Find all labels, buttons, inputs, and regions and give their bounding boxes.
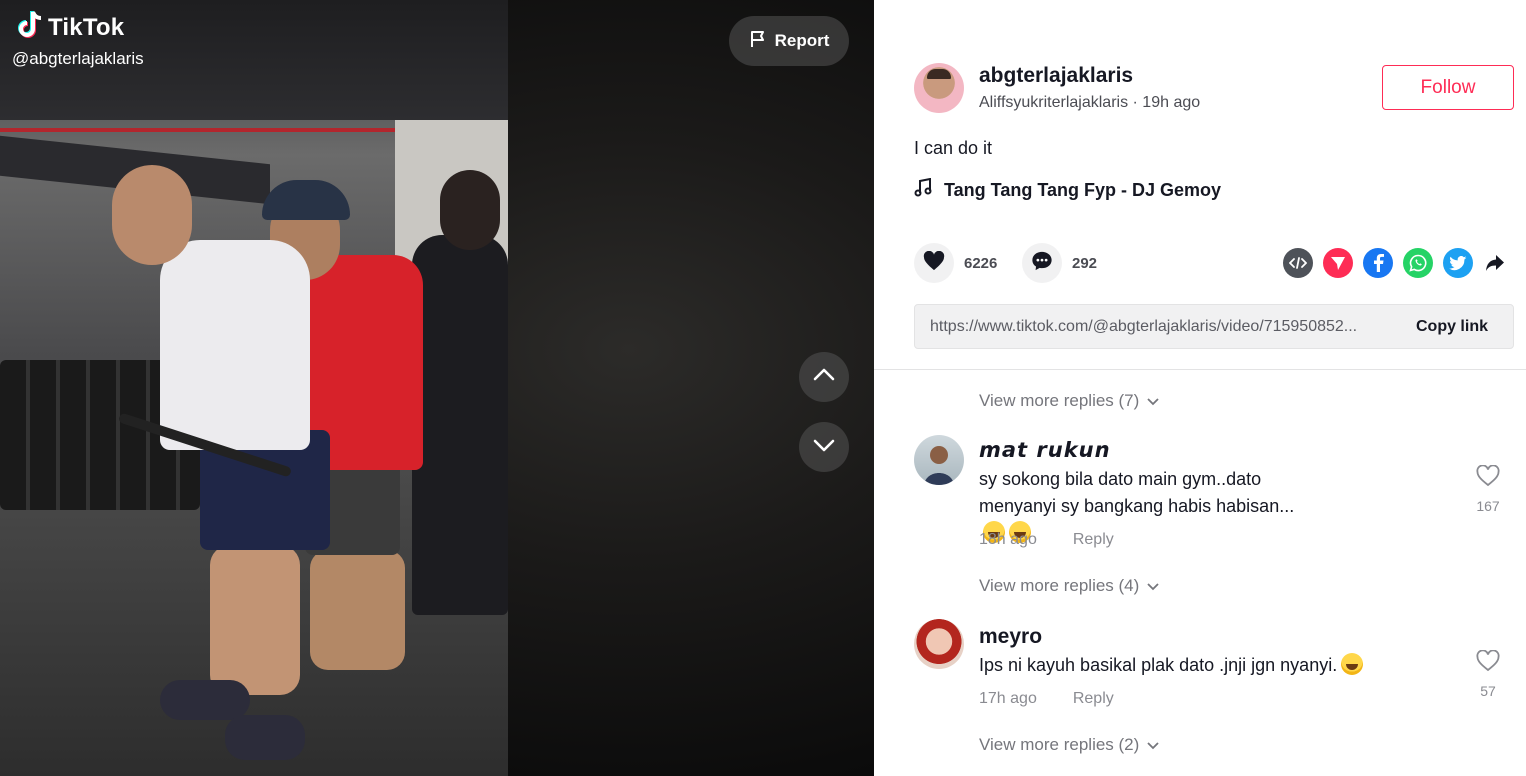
comment-like[interactable]: 57 xyxy=(1471,649,1505,699)
tiktok-note-icon xyxy=(16,10,44,45)
author-avatar[interactable] xyxy=(914,63,964,113)
heart-outline-icon xyxy=(1476,649,1500,677)
heart-outline-icon xyxy=(1476,464,1500,492)
comment-meta: 18h ago Reply xyxy=(979,531,1114,549)
like-action[interactable]: 6226 xyxy=(914,243,997,283)
commenter-avatar[interactable] xyxy=(914,435,964,485)
tiktok-logo: TikTok xyxy=(16,10,124,45)
comment-like-count: 167 xyxy=(1476,498,1500,514)
comment-like[interactable]: 167 xyxy=(1471,464,1505,514)
man-right-shoe xyxy=(225,715,305,760)
embed-icon[interactable] xyxy=(1283,248,1313,278)
follow-button[interactable]: Follow xyxy=(1382,65,1514,110)
comment-bubble-icon xyxy=(1031,250,1053,277)
music-link[interactable]: Tang Tang Tang Fyp - DJ Gemoy xyxy=(914,177,1222,203)
tiktok-wordmark: TikTok xyxy=(48,13,125,41)
previous-video-button[interactable] xyxy=(799,352,849,402)
comment-text: Ips ni kayuh basikal plak dato .jnji jgn… xyxy=(979,652,1439,679)
view-more-replies-button[interactable]: View more replies (7) xyxy=(979,391,1159,411)
like-button[interactable] xyxy=(914,243,954,283)
send-to-friends-icon[interactable] xyxy=(1323,248,1353,278)
view-more-replies-label: View more replies (2) xyxy=(979,735,1140,754)
commenter-name[interactable]: meyro xyxy=(979,625,1042,649)
chevron-down-icon xyxy=(812,433,836,462)
background-person xyxy=(412,235,508,615)
report-button[interactable]: Report xyxy=(729,16,849,66)
watermark-handle: @abgterlajaklaris xyxy=(12,49,144,68)
video-description: I can do it xyxy=(914,138,993,158)
post-info: abgterlajaklaris Aliffsyukriterlajaklari… xyxy=(874,0,1526,370)
comment-count: 292 xyxy=(1072,254,1098,272)
comment-time: 18h ago xyxy=(979,531,1037,548)
background-person-head xyxy=(440,170,500,250)
details-panel: abgterlajaklaris Aliffsyukriterlajaklari… xyxy=(874,0,1526,776)
dot-separator: · xyxy=(1128,94,1143,111)
comment-meta: 17h ago Reply xyxy=(979,690,1114,708)
facebook-icon[interactable] xyxy=(1363,248,1393,278)
more-share-icon[interactable] xyxy=(1483,248,1507,278)
trainer-legs xyxy=(310,550,405,670)
comment-time: 17h ago xyxy=(979,690,1037,707)
tiktok-video-page: TikTok @abgterlajaklaris Report abgterla… xyxy=(0,0,1526,776)
comment-body: sy sokong bila dato main gym..dato menya… xyxy=(979,469,1295,516)
comment-like-count: 57 xyxy=(1480,683,1496,699)
commenter-avatar[interactable] xyxy=(914,619,964,669)
view-more-replies-label: View more replies (7) xyxy=(979,391,1140,410)
chevron-down-icon xyxy=(1147,576,1159,596)
author-nickname: Aliffsyukriterlajaklaris xyxy=(979,94,1129,111)
author-subline: Aliffsyukriterlajaklaris · 19h ago xyxy=(979,94,1200,112)
chevron-up-icon xyxy=(812,363,836,392)
comment-body: Ips ni kayuh basikal plak dato .jnji jgn… xyxy=(979,655,1338,675)
chevron-down-icon xyxy=(1147,735,1159,755)
chevron-down-icon xyxy=(1147,391,1159,411)
heart-icon xyxy=(923,250,945,276)
man-white-shirt xyxy=(160,240,310,450)
reply-button[interactable]: Reply xyxy=(1073,531,1114,549)
share-row xyxy=(1283,248,1507,278)
report-label: Report xyxy=(774,31,830,50)
video-frame[interactable] xyxy=(0,0,508,776)
man-left-shoe xyxy=(160,680,250,720)
twitter-icon[interactable] xyxy=(1443,248,1473,278)
reply-button[interactable]: Reply xyxy=(1073,690,1114,708)
copy-link-button[interactable]: Copy link xyxy=(1391,305,1513,348)
music-note-icon xyxy=(914,177,932,203)
author-username[interactable]: abgterlajaklaris xyxy=(979,64,1133,88)
laughing-emoji-icon xyxy=(1341,653,1364,675)
next-video-button[interactable] xyxy=(799,422,849,472)
commenter-name[interactable]: 𝙢𝙖𝙩 𝙧𝙪𝙠𝙪𝙣 xyxy=(979,437,1111,462)
view-more-replies-button[interactable]: View more replies (2) xyxy=(979,735,1159,755)
view-more-replies-button[interactable]: View more replies (4) xyxy=(979,576,1159,596)
comment-action[interactable]: 292 xyxy=(1022,243,1097,283)
whatsapp-icon[interactable] xyxy=(1403,248,1433,278)
comment-list[interactable]: View more replies (7) 𝙢𝙖𝙩 𝙧𝙪𝙠𝙪𝙣 sy sokon… xyxy=(874,371,1526,776)
trainer-cap xyxy=(262,180,350,220)
post-time: 19h ago xyxy=(1142,94,1201,111)
man-head xyxy=(112,165,192,265)
man-legs xyxy=(210,545,300,695)
like-count: 6226 xyxy=(964,254,998,272)
comment-button[interactable] xyxy=(1022,243,1062,283)
music-title: Tang Tang Tang Fyp - DJ Gemoy xyxy=(944,180,1222,200)
video-link-box: https://www.tiktok.com/@abgterlajaklaris… xyxy=(914,304,1514,349)
video-pane[interactable]: TikTok @abgterlajaklaris Report xyxy=(0,0,874,776)
view-more-replies-label: View more replies (4) xyxy=(979,576,1140,595)
flag-icon xyxy=(749,30,767,53)
video-link-text[interactable]: https://www.tiktok.com/@abgterlajaklaris… xyxy=(915,318,1391,336)
